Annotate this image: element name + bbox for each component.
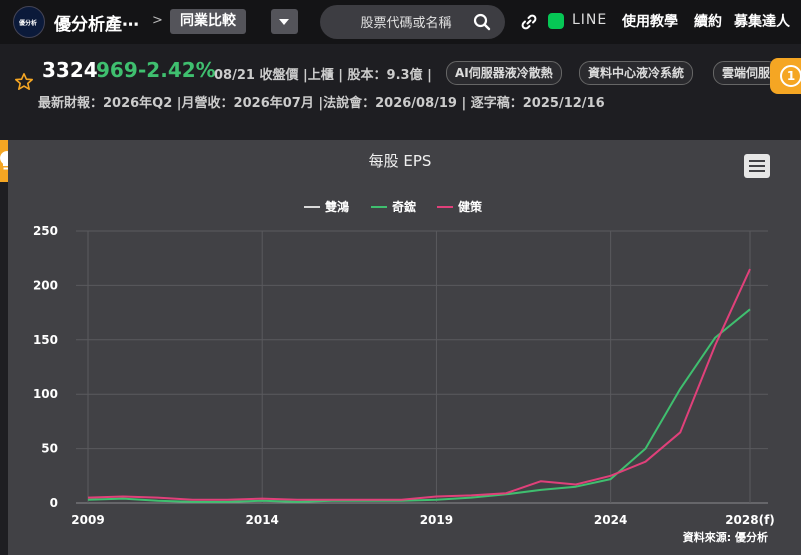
- x-tick-label: 2028(f): [725, 513, 775, 527]
- x-tick-label: 2009: [71, 513, 104, 527]
- series-line: [87, 308, 751, 503]
- y-tick-label: 200: [33, 278, 58, 292]
- chart-title: 每股 EPS: [369, 152, 432, 170]
- eps-chart: 每股 EPS 0 50 100 150 200 250 2009 2014 2019 2024 202…: [33, 152, 775, 544]
- x-tick-label: 2014: [246, 513, 279, 527]
- y-tick-label: 50: [41, 442, 58, 456]
- y-tick-label: 100: [33, 387, 58, 401]
- series-line: [87, 268, 751, 501]
- legend-label: 奇鋐: [392, 199, 416, 214]
- chart-source: 資料來源: 優分析: [683, 530, 768, 544]
- x-tick-label: 2019: [420, 513, 453, 527]
- y-tick-label: 0: [50, 496, 58, 510]
- y-tick-label: 250: [33, 224, 58, 238]
- y-tick-label: 150: [33, 333, 58, 347]
- legend-label: 雙鴻: [325, 199, 349, 214]
- x-tick-label: 2024: [594, 513, 627, 527]
- legend-label: 健策: [458, 199, 483, 214]
